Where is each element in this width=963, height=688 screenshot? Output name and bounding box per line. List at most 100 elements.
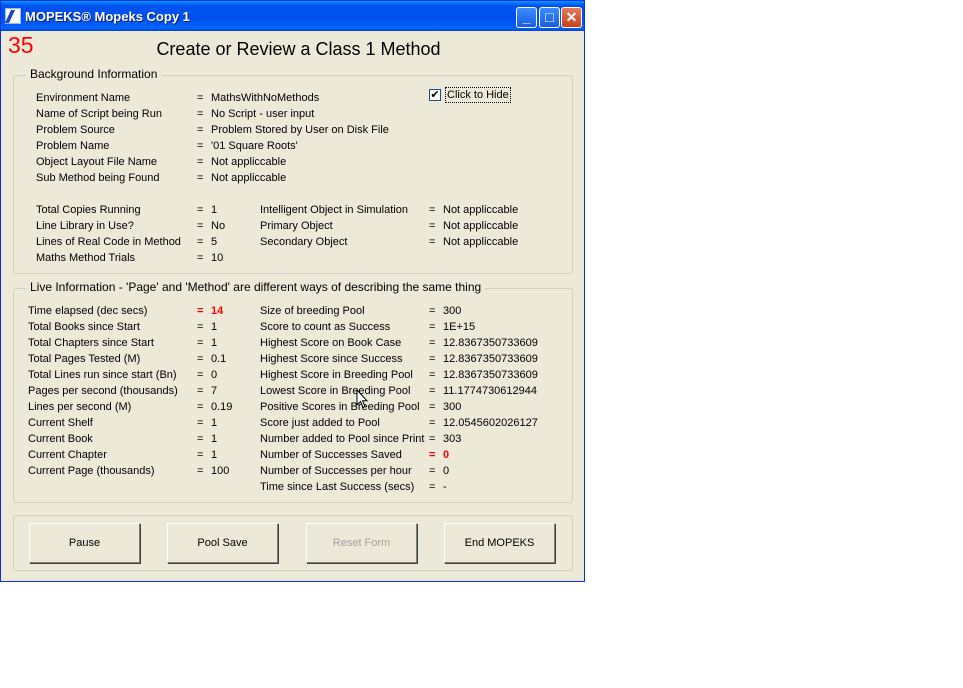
live-value: 1 <box>211 433 218 445</box>
live-label: Total Lines run since start (Bn) <box>28 369 177 381</box>
live-value: 12.8367350733609 <box>443 353 538 365</box>
live-value: 1 <box>211 417 218 429</box>
live-value: 0 <box>211 369 218 381</box>
equals-sign: = <box>429 220 436 232</box>
maximize-button[interactable]: □ <box>539 7 560 28</box>
equals-sign: = <box>197 417 204 429</box>
live-value: 12.0545602026127 <box>443 417 538 429</box>
equals-sign: = <box>429 321 436 333</box>
equals-sign: = <box>197 465 204 477</box>
background-value: 1 <box>211 204 218 216</box>
equals-sign: = <box>429 236 436 248</box>
equals-sign: = <box>429 385 436 397</box>
background-value: Not appliccable <box>443 204 519 216</box>
live-label: Highest Score on Book Case <box>260 337 402 349</box>
live-label: Lowest Score in Breeding Pool <box>260 385 411 397</box>
background-label: Problem Name <box>36 140 110 152</box>
live-label: Positive Scores in Breeding Pool <box>260 401 420 413</box>
equals-sign: = <box>197 385 204 397</box>
equals-sign: = <box>197 337 204 349</box>
background-value: Not appliccable <box>443 236 519 248</box>
end-mopeks-button[interactable]: End MOPEKS <box>444 523 555 563</box>
pool-save-button[interactable]: Pool Save <box>167 523 278 563</box>
background-value: Not appliccable <box>211 172 287 184</box>
background-label: Sub Method being Found <box>36 172 160 184</box>
live-value: 0.19 <box>211 401 233 413</box>
app-window: MOPEKS® Mopeks Copy 1 _ □ ✕ 35 Create or… <box>0 0 585 582</box>
background-label: Secondary Object <box>260 236 348 248</box>
live-value: - <box>443 481 447 493</box>
live-label: Total Chapters since Start <box>28 337 154 349</box>
background-label: Intelligent Object in Simulation <box>260 204 408 216</box>
close-button[interactable]: ✕ <box>561 7 582 28</box>
background-label: Maths Method Trials <box>36 252 136 264</box>
equals-sign: = <box>429 369 436 381</box>
live-value: 1E+15 <box>443 321 476 333</box>
equals-sign: = <box>197 433 204 445</box>
equals-sign: = <box>197 236 204 248</box>
live-label: Current Page (thousands) <box>28 465 155 477</box>
live-label: Time elapsed (dec secs) <box>28 305 148 317</box>
live-value: 300 <box>443 305 462 317</box>
equals-sign: = <box>429 449 436 461</box>
live-value: 100 <box>211 465 230 477</box>
background-label: Lines of Real Code in Method <box>36 236 181 248</box>
equals-sign: = <box>197 401 204 413</box>
live-label: Score just added to Pool <box>260 417 380 429</box>
equals-sign: = <box>197 305 204 317</box>
page-title: Create or Review a Class 1 Method <box>156 39 441 59</box>
equals-sign: = <box>197 449 204 461</box>
background-value: Not appliccable <box>443 220 519 232</box>
live-label: Score to count as Success <box>260 321 391 333</box>
equals-sign: = <box>429 353 436 365</box>
live-value: 12.8367350733609 <box>443 369 538 381</box>
background-label: Primary Object <box>260 220 333 232</box>
background-legend: Background Information <box>26 67 162 81</box>
background-value: 10 <box>211 252 224 264</box>
hide-checkbox[interactable]: ✔ <box>429 89 441 101</box>
equals-sign: = <box>197 156 204 168</box>
background-value: 5 <box>211 236 218 248</box>
live-label: Size of breeding Pool <box>260 305 365 317</box>
equals-sign: = <box>197 92 204 104</box>
live-label: Highest Score since Success <box>260 353 403 365</box>
equals-sign: = <box>197 353 204 365</box>
live-value: 11.1774730612944 <box>443 385 538 397</box>
minimize-button[interactable]: _ <box>516 7 537 28</box>
window-title: MOPEKS® Mopeks Copy 1 <box>25 9 190 24</box>
equals-sign: = <box>429 481 436 493</box>
live-label: Lines per second (M) <box>28 401 132 413</box>
live-label: Current Chapter <box>28 449 107 461</box>
mouse-pointer-icon <box>356 389 368 409</box>
live-value: 0 <box>443 465 450 477</box>
equals-sign: = <box>429 337 436 349</box>
background-label: Name of Script being Run <box>36 108 162 120</box>
live-label: Number added to Pool since Print <box>260 433 425 445</box>
checkmark-icon: ✔ <box>430 89 440 101</box>
background-label: Problem Source <box>36 124 115 136</box>
equals-sign: = <box>197 140 204 152</box>
pause-button[interactable]: Pause <box>29 523 140 563</box>
background-label: Line Library in Use? <box>36 220 134 232</box>
title-bar[interactable]: MOPEKS® Mopeks Copy 1 _ □ ✕ <box>1 1 584 31</box>
background-value: MathsWithNoMethods <box>211 92 320 104</box>
equals-sign: = <box>429 433 436 445</box>
background-value: Not appliccable <box>211 156 287 168</box>
live-label: Number of Successes Saved <box>260 449 402 461</box>
app-logo-icon[interactable] <box>5 8 21 24</box>
reset-form-button[interactable]: Reset Form <box>306 523 417 563</box>
background-label: Environment Name <box>36 92 131 104</box>
live-value: 303 <box>443 433 462 445</box>
live-value: 0 <box>443 449 450 461</box>
hide-checkbox-label[interactable]: Click to Hide <box>445 87 511 103</box>
live-label: Time since Last Success (secs) <box>260 481 415 493</box>
equals-sign: = <box>197 124 204 136</box>
equals-sign: = <box>197 321 204 333</box>
equals-sign: = <box>197 172 204 184</box>
equals-sign: = <box>197 369 204 381</box>
background-value: Problem Stored by User on Disk File <box>211 124 389 136</box>
equals-sign: = <box>429 417 436 429</box>
background-label: Total Copies Running <box>36 204 141 216</box>
equals-sign: = <box>429 305 436 317</box>
live-value: 7 <box>211 385 218 397</box>
